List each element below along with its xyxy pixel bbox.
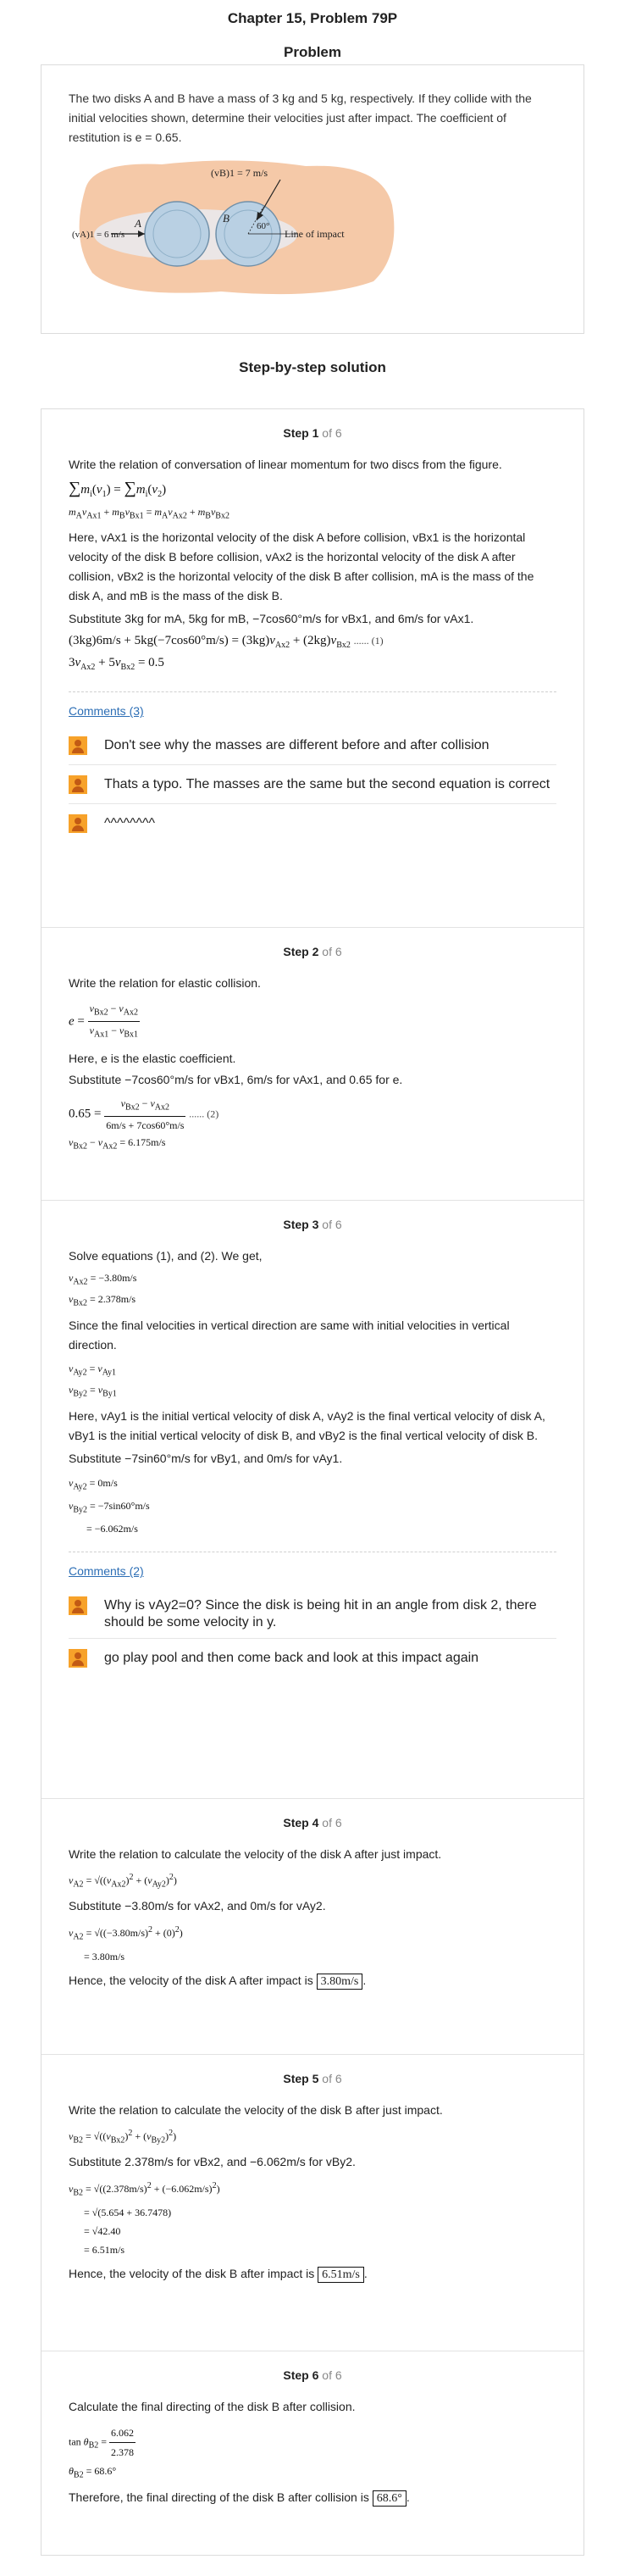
step-number: 3 [312, 1218, 319, 1231]
restitution-substituted: 0.65 = vBx2 − vAx2 6m/s + 7cos60°m/s ....… [69, 1095, 556, 1156]
momentum-substituted: (3kg)6m/s + 5kg(−7cos60°m/s) = (3kg)vAx2… [69, 634, 384, 673]
step-intro: Write the relation to calculate the velo… [69, 1847, 442, 1861]
angle-label: 60° [257, 221, 269, 231]
step-header: Step 1 of 6 [69, 409, 556, 455]
avatar [69, 775, 87, 795]
step-substitute: Substitute 3kg for mA, 5kg for mB, −7cos… [69, 612, 474, 626]
step-of: of 6 [322, 2072, 342, 2085]
vertical-equations: vAy2 = vAy1 vBy2 = vBy1 [69, 1362, 117, 1399]
step-header: Step 6 of 6 [69, 2351, 556, 2397]
step-header: Step 5 of 6 [69, 2055, 556, 2101]
step-header: Step 3 of 6 [69, 1201, 556, 1246]
va-label: (vA)1 = 6 m/s [72, 230, 124, 240]
direction-equation: tan θB2 = 6.062 2.378 θB2 = 68.6° [69, 2423, 556, 2484]
comment-text: go play pool and then come back and look… [104, 1651, 479, 1666]
step-label: Step [283, 1816, 309, 1829]
velocity-a-equation: vA2 = √((vAx2)2 + (vAy2)2) [69, 1873, 177, 1890]
avatar [69, 1649, 87, 1668]
answer-box: 3.80m/s [316, 1973, 363, 1990]
line-of-impact-label: Line of impact [285, 228, 345, 240]
comment: Don't see why the masses are different b… [69, 726, 556, 766]
step-intro: Write the relation to calculate the velo… [69, 2103, 443, 2117]
step-of: of 6 [322, 2368, 342, 2382]
step-label: Step [283, 2368, 309, 2382]
step-substitute: Substitute −7sin60°m/s for vBy1, and 0m/… [69, 1451, 343, 1465]
step-2: Step 2 of 6 Write the relation for elast… [41, 928, 584, 1201]
chapter-title: Chapter 15, Problem 79P [227, 10, 398, 26]
steps-container: Step 1 of 6 Write the relation of conver… [41, 408, 584, 2556]
step-1: Step 1 of 6 Write the relation of conver… [41, 409, 584, 928]
step-here: Here, vAx1 is the horizontal velocity of… [69, 530, 534, 603]
collision-diagram: A B 60° Line of impact (vA)1 = 6 m/s (vB… [72, 160, 395, 295]
step-here: Here, e is the elastic coefficient. [69, 1051, 236, 1065]
step-header: Step 2 of 6 [69, 928, 556, 974]
disk-b-label: B [223, 212, 230, 225]
step-number: 5 [312, 2072, 319, 2085]
step-conclusion: Hence, the velocity of the disk B after … [69, 2266, 368, 2283]
comments-link[interactable]: Comments (2) [69, 1552, 556, 1586]
problem-text: The two disks A and B have a mass of 3 k… [69, 92, 532, 144]
answer-box: 68.6° [372, 2490, 407, 2507]
step-vertical: Since the final velocities in vertical d… [69, 1318, 510, 1352]
vertical-results: vAy2 = 0m/s vBy2 = −7sin60°m/s = −6.062m… [69, 1476, 150, 1535]
problem-figure: A B 60° Line of impact (vA)1 = 6 m/s (vB… [69, 154, 399, 298]
comment-text: ^^^^^^^^ [104, 816, 156, 831]
comment-text: Don't see why the masses are different b… [104, 738, 489, 753]
step-label: Step [283, 2072, 309, 2085]
disk-a-label: A [134, 217, 141, 230]
step-substitute: Substitute 2.378m/s for vBx2, and −6.062… [69, 2155, 356, 2169]
step-label: Step [283, 945, 309, 958]
step-6: Step 6 of 6 Calculate the final directin… [41, 2351, 584, 2555]
step-substitute: Substitute −3.80m/s for vAx2, and 0m/s f… [69, 1899, 326, 1913]
step-intro: Solve equations (1), and (2). We get, [69, 1249, 263, 1263]
step-3: Step 3 of 6 Solve equations (1), and (2)… [41, 1201, 584, 1799]
step-5: Step 5 of 6 Write the relation to calcul… [41, 2055, 584, 2351]
step-4: Step 4 of 6 Write the relation to calcul… [41, 1799, 584, 2055]
momentum-equation: ∑mi(v1) = ∑mi(v2) mAvAx1 + mBvBx1 = mAvA… [69, 479, 230, 521]
step-number: 4 [312, 1816, 319, 1829]
problem-card: The two disks A and B have a mass of 3 k… [41, 64, 584, 334]
velocity-b-result: vB2 = √((2.378m/s)2 + (−6.062m/s)2) = √(… [69, 2181, 220, 2256]
avatar [69, 736, 87, 756]
velocity-a-result: vA2 = √((−3.80m/s)2 + (0)2) = 3.80m/s [69, 1925, 183, 1963]
velocity-b-equation: vB2 = √((vBx2)2 + (vBy2)2) [69, 2129, 177, 2146]
step-intro: Write the relation of conversation of li… [69, 458, 502, 471]
problem-heading: Problem [283, 44, 342, 60]
step-of: of 6 [322, 426, 342, 440]
step-of: of 6 [322, 945, 342, 958]
answer-box: 6.51m/s [318, 2266, 364, 2283]
avatar [69, 814, 87, 834]
step-conclusion: Therefore, the final directing of the di… [69, 2490, 410, 2507]
solution-heading: Step-by-step solution [239, 359, 386, 375]
step-number: 2 [312, 945, 319, 958]
step-substitute: Substitute −7cos60°m/s for vBx1, 6m/s fo… [69, 1072, 403, 1086]
restitution-equation: e = vBx2 − vAx2 vAx1 − vBx1 [69, 1000, 556, 1044]
comment: go play pool and then come back and look… [69, 1639, 556, 1678]
comment-text: Thats a typo. The masses are the same bu… [104, 777, 550, 792]
comment: Why is vAy2=0? Since the disk is being h… [69, 1586, 556, 1640]
avatar [69, 1596, 87, 1616]
comment: ^^^^^^^^ [69, 804, 556, 843]
step-label: Step [283, 426, 309, 440]
step-of: of 6 [322, 1816, 342, 1829]
step-here: Here, vAy1 is the initial vertical veloc… [69, 1408, 545, 1442]
step-header: Step 4 of 6 [69, 1799, 556, 1845]
solved-velocities: vAx2 = −3.80m/s vBx2 = 2.378m/s [69, 1272, 137, 1308]
vb-label: (vB)1 = 7 m/s [211, 167, 268, 179]
step-intro: Write the relation for elastic collision… [69, 976, 261, 990]
step-label: Step [283, 1218, 309, 1231]
step-number: 6 [312, 2368, 319, 2382]
comments-link[interactable]: Comments (3) [69, 692, 556, 726]
step-conclusion: Hence, the velocity of the disk A after … [69, 1973, 367, 1990]
comment: Thats a typo. The masses are the same bu… [69, 765, 556, 805]
comment-text: Why is vAy2=0? Since the disk is being h… [104, 1598, 537, 1630]
page: Chapter 15, Problem 79P Problem The two … [0, 0, 625, 2556]
step-number: 1 [312, 426, 319, 440]
step-of: of 6 [322, 1218, 342, 1231]
step-intro: Calculate the final directing of the dis… [69, 2400, 356, 2413]
